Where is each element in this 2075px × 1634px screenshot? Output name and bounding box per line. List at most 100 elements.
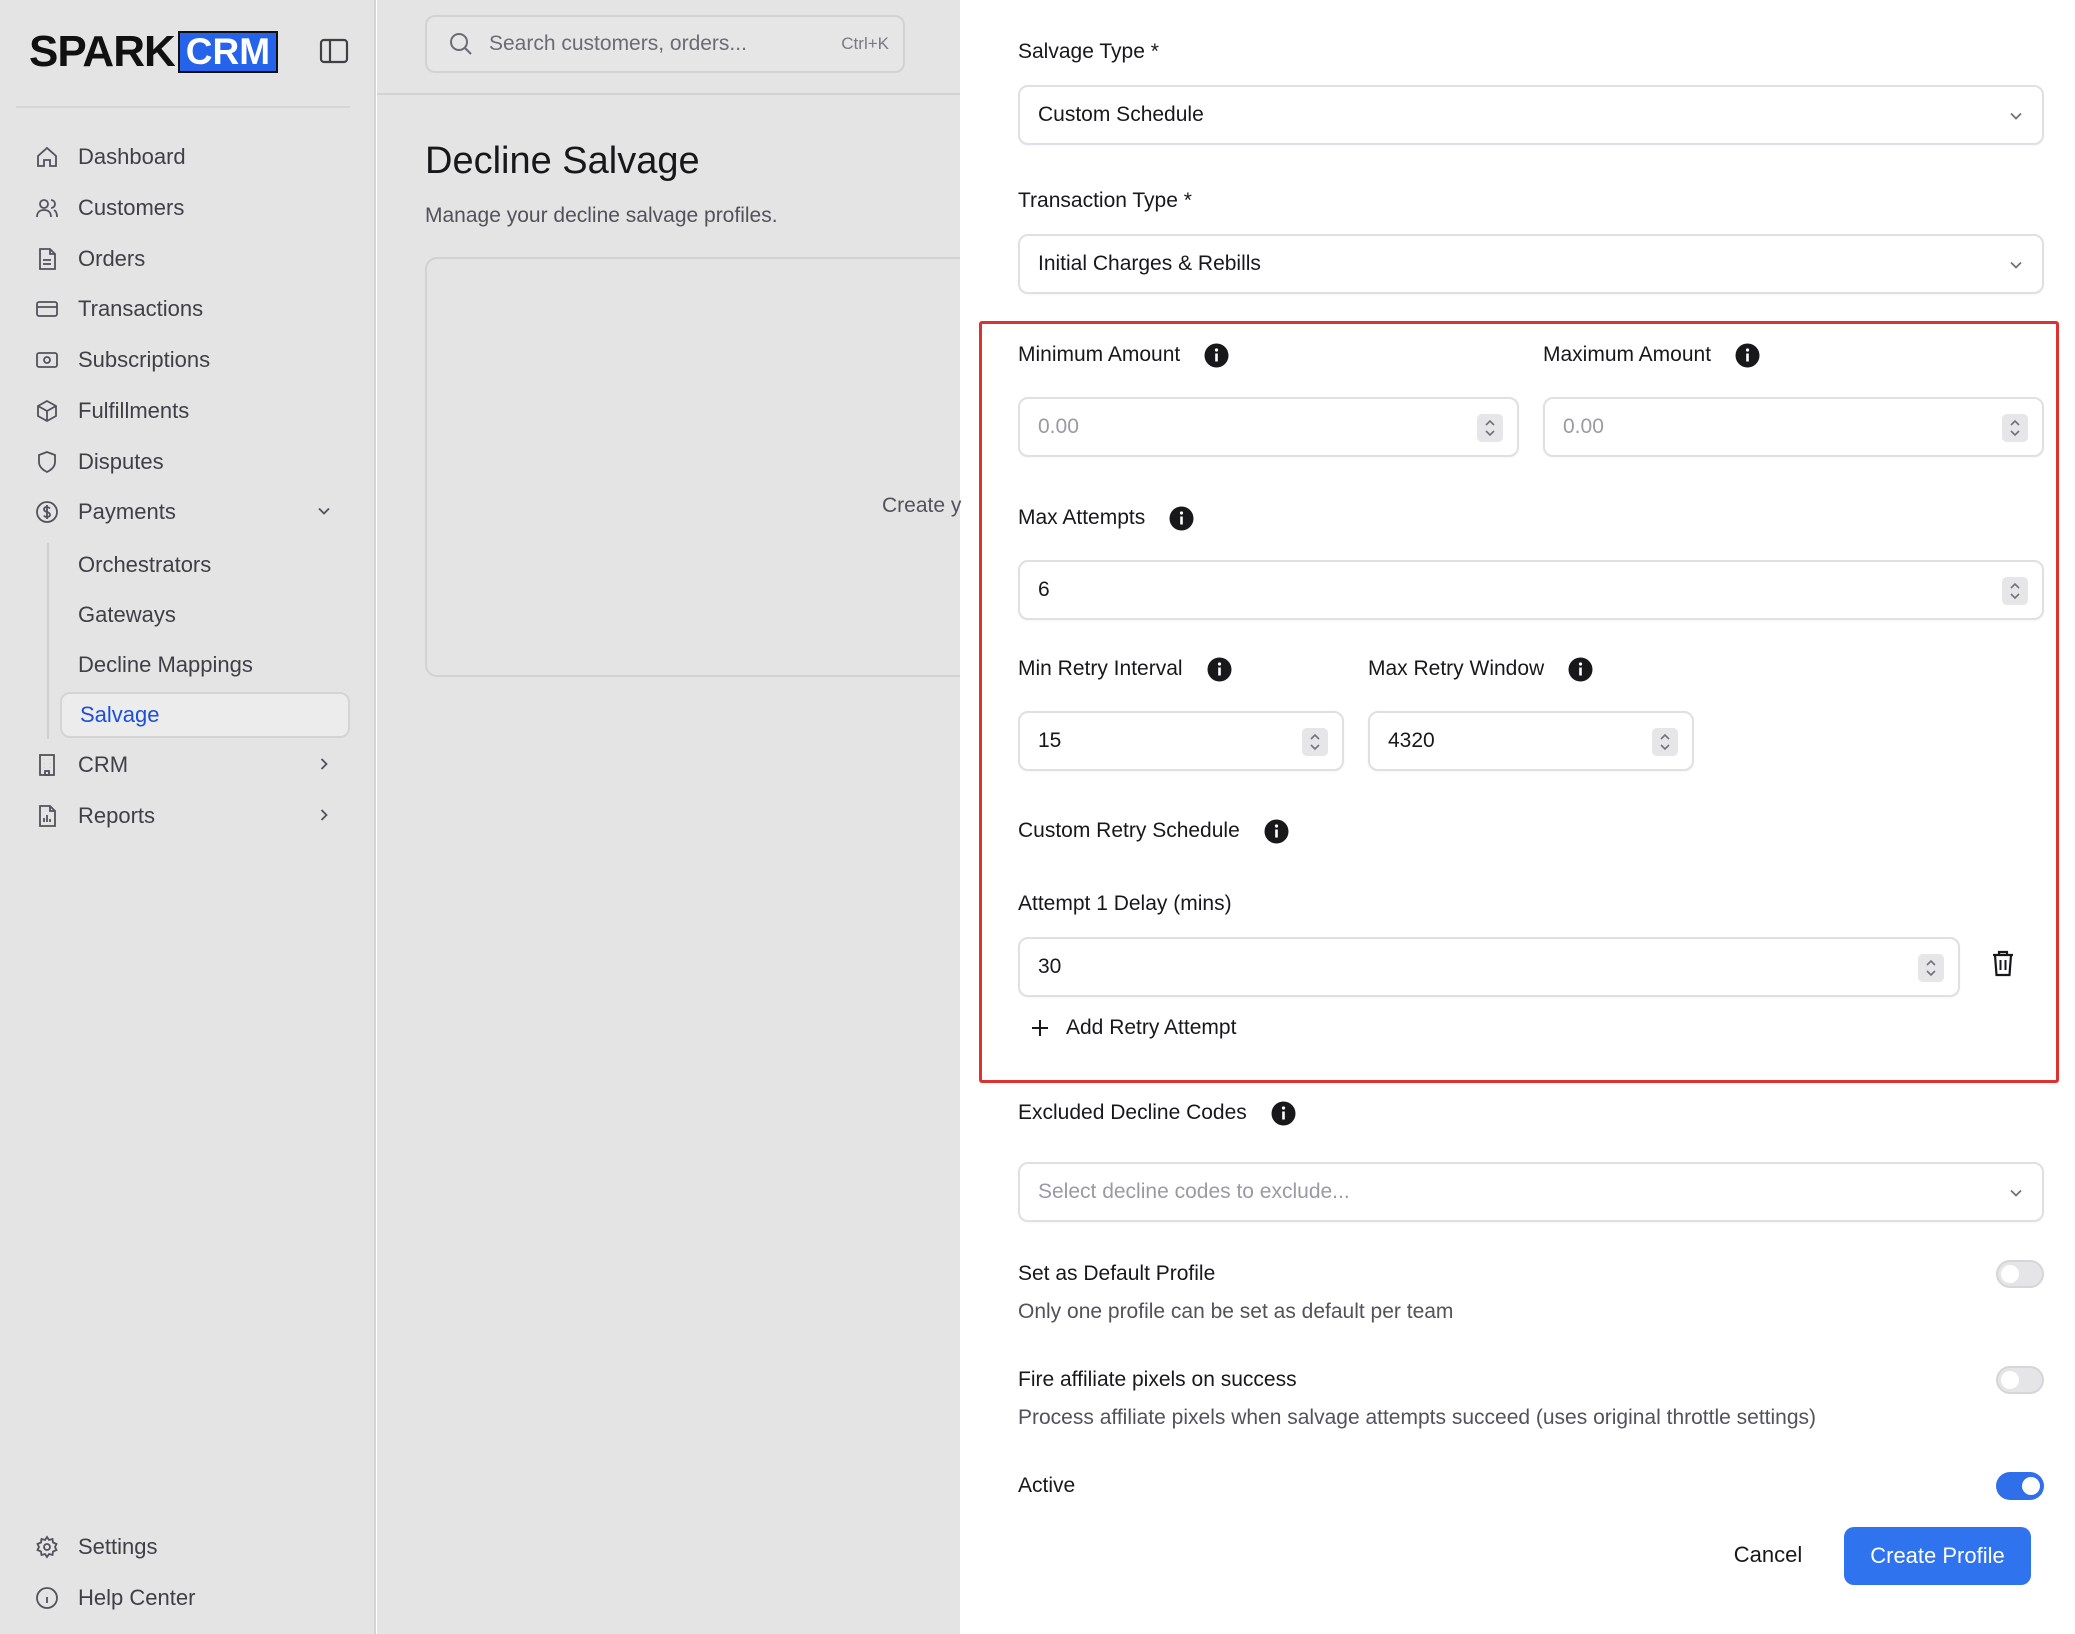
chevron-right-icon[interactable]	[314, 754, 334, 774]
empty-state-text: Create y	[882, 494, 962, 517]
toggle-knob	[2001, 1265, 2019, 1283]
excluded-decline-codes-label: Excluded Decline Codes	[1018, 1098, 1296, 1128]
info-icon[interactable]	[1169, 506, 1194, 531]
plus-icon	[1032, 1020, 1048, 1036]
report-icon	[34, 803, 60, 829]
sidebar-item-label: Settings	[78, 1534, 158, 1559]
topbar-divider	[377, 93, 960, 95]
chevron-down-icon[interactable]	[314, 501, 334, 521]
sidebar-item-label: Payments	[78, 499, 176, 524]
create-profile-button[interactable]: Create Profile	[1844, 1527, 2031, 1585]
sidebar-item-crm[interactable]: CRM	[24, 742, 352, 788]
min-retry-interval-input[interactable]: 15	[1018, 711, 1344, 771]
gear-icon	[34, 1534, 60, 1560]
sidebar-subitem-label: Decline Mappings	[78, 652, 253, 677]
affiliate-pixels-toggle[interactable]	[1996, 1366, 2044, 1394]
minimum-amount-input[interactable]: 0.00	[1018, 397, 1519, 457]
attempt-1-delay-label: Attempt 1 Delay (mins)	[1018, 892, 1232, 915]
max-attempts-value: 6	[1038, 578, 1050, 601]
page-title: Decline Salvage	[425, 140, 700, 182]
info-icon[interactable]	[1568, 657, 1593, 682]
add-retry-attempt-button[interactable]: Add Retry Attempt	[1030, 1016, 1236, 1040]
number-stepper-icon[interactable]	[1918, 954, 1944, 982]
excluded-decline-codes-placeholder: Select decline codes to exclude...	[1038, 1180, 1350, 1203]
info-circle-icon	[34, 1585, 60, 1611]
sidebar-item-help-center[interactable]: Help Center	[24, 1575, 352, 1621]
sidebar-item-dashboard[interactable]: Dashboard	[24, 134, 352, 180]
transaction-type-label: Transaction Type *	[1018, 189, 1192, 212]
cancel-button[interactable]: Cancel	[1710, 1527, 1826, 1583]
sidebar-item-payments[interactable]: Payments	[24, 489, 352, 535]
page-subtitle: Manage your decline salvage profiles.	[425, 204, 778, 227]
default-profile-help: Only one profile can be set as default p…	[1018, 1300, 1454, 1323]
add-retry-attempt-label: Add Retry Attempt	[1066, 1016, 1237, 1039]
sidebar-subitem-label: Gateways	[78, 602, 176, 627]
affiliate-pixels-help: Process affiliate pixels when salvage at…	[1018, 1406, 1817, 1429]
default-profile-toggle[interactable]	[1996, 1260, 2044, 1288]
sidebar-item-subscriptions[interactable]: Subscriptions	[24, 337, 352, 383]
building-icon	[34, 752, 60, 778]
file-icon	[34, 246, 60, 272]
affiliate-pixels-label: Fire affiliate pixels on success	[1018, 1368, 1297, 1391]
sidebar-item-transactions[interactable]: Transactions	[24, 286, 352, 332]
number-stepper-icon[interactable]	[2002, 577, 2028, 605]
transaction-type-select[interactable]: Initial Charges & Rebills	[1018, 234, 2044, 294]
maximum-amount-label: Maximum Amount	[1543, 340, 1760, 370]
brand-logo[interactable]: SPARK CRM	[29, 27, 279, 76]
number-stepper-icon[interactable]	[2002, 414, 2028, 442]
sidebar-item-label: Fulfillments	[78, 398, 190, 423]
main-content: Search customers, orders... Ctrl+K Decli…	[377, 0, 960, 1634]
sidebar-item-orders[interactable]: Orders	[24, 236, 352, 282]
sidebar-subitem-decline-mappings[interactable]: Decline Mappings	[60, 642, 350, 688]
package-icon	[34, 398, 60, 424]
credit-card-icon	[34, 296, 60, 322]
search-icon	[450, 33, 472, 55]
excluded-decline-codes-select[interactable]: Select decline codes to exclude...	[1018, 1162, 2044, 1222]
max-attempts-label: Max Attempts	[1018, 503, 1194, 533]
sidebar-item-disputes[interactable]: Disputes	[24, 439, 352, 485]
number-stepper-icon[interactable]	[1477, 414, 1503, 442]
info-icon[interactable]	[1207, 657, 1232, 682]
salvage-type-value: Custom Schedule	[1038, 103, 1204, 126]
max-retry-window-input[interactable]: 4320	[1368, 711, 1694, 771]
empty-state-card	[425, 257, 960, 677]
number-stepper-icon[interactable]	[1652, 728, 1678, 756]
sidebar-item-label: Reports	[78, 803, 156, 828]
info-icon[interactable]	[1735, 343, 1760, 368]
sidebar-subitem-gateways[interactable]: Gateways	[60, 592, 350, 638]
max-attempts-input[interactable]: 6	[1018, 560, 2044, 620]
active-label: Active	[1018, 1474, 1076, 1497]
sidebar-item-label: Disputes	[78, 449, 164, 474]
number-stepper-icon[interactable]	[1302, 728, 1328, 756]
chevron-right-icon[interactable]	[314, 805, 334, 825]
dollar-circle-icon	[34, 499, 60, 525]
sidebar-subitem-salvage[interactable]: Salvage	[60, 692, 350, 738]
active-toggle[interactable]	[1996, 1472, 2044, 1500]
sidebar-item-settings[interactable]: Settings	[24, 1524, 352, 1570]
brand-name-spark: SPARK	[29, 27, 176, 76]
sidebar-item-customers[interactable]: Customers	[24, 185, 352, 231]
sidebar-item-label: Orders	[78, 246, 146, 271]
sidebar-toggle-icon[interactable]	[318, 37, 350, 65]
minimum-amount-placeholder: 0.00	[1038, 415, 1079, 438]
sidebar-item-reports[interactable]: Reports	[24, 793, 352, 839]
search-box[interactable]: Search customers, orders... Ctrl+K	[425, 15, 905, 73]
sidebar-item-label: Dashboard	[78, 144, 186, 169]
trash-icon[interactable]	[1990, 949, 2016, 977]
sidebar-subitem-orchestrators[interactable]: Orchestrators	[60, 542, 350, 588]
sidebar-subitem-label: Orchestrators	[78, 552, 212, 577]
info-icon[interactable]	[1204, 343, 1229, 368]
salvage-type-select[interactable]: Custom Schedule	[1018, 85, 2044, 145]
sidebar-subitem-label: Salvage	[80, 702, 160, 727]
max-retry-window-value: 4320	[1388, 729, 1435, 752]
attempt-1-delay-input[interactable]: 30	[1018, 937, 1960, 997]
search-input[interactable]: Search customers, orders...	[489, 32, 841, 56]
toggle-knob	[2022, 1477, 2040, 1495]
info-icon[interactable]	[1271, 1101, 1296, 1126]
toggle-knob	[2001, 1371, 2019, 1389]
info-icon[interactable]	[1264, 819, 1289, 844]
sidebar-item-fulfillments[interactable]: Fulfillments	[24, 388, 352, 434]
maximum-amount-input[interactable]: 0.00	[1543, 397, 2044, 457]
custom-retry-schedule-label: Custom Retry Schedule	[1018, 816, 1289, 846]
min-retry-interval-value: 15	[1038, 729, 1062, 752]
